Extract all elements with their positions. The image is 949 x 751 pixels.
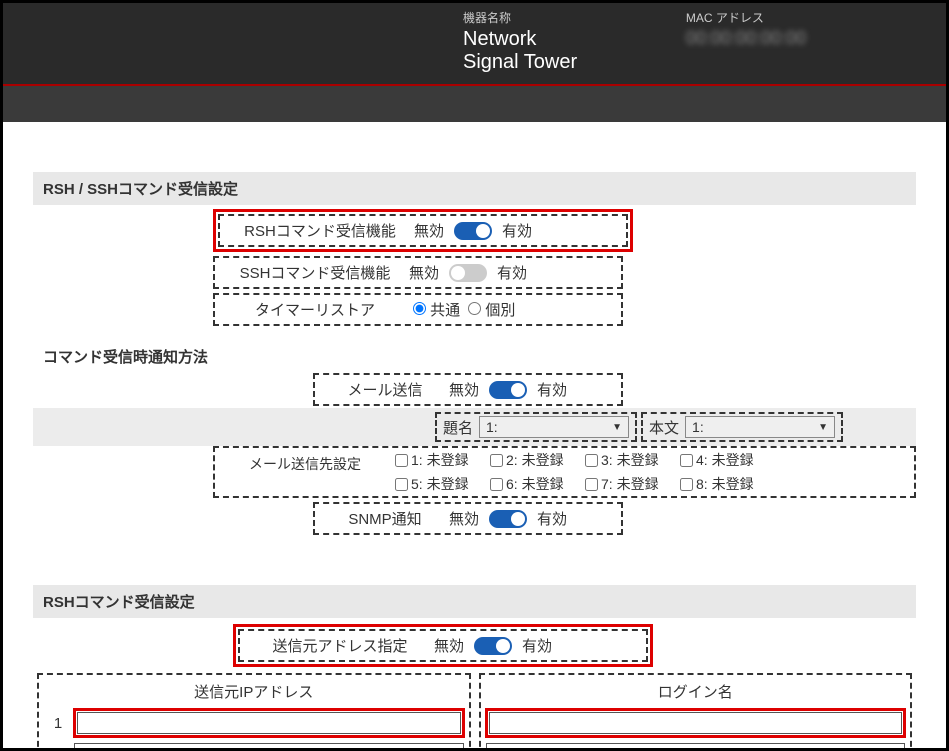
snmp-toggle[interactable]: [489, 510, 527, 528]
ssh-recv-label: SSHコマンド受信機能: [225, 262, 405, 283]
source-ip-input-2[interactable]: [74, 743, 464, 751]
source-addr-toggle[interactable]: [474, 637, 512, 655]
chevron-down-icon: ▼: [612, 422, 622, 433]
label-enabled: 有効: [522, 635, 552, 656]
mail-dest-7[interactable]: 7: 未登録: [585, 474, 680, 494]
section-rsh-ssh-title: RSH / SSHコマンド受信設定: [33, 172, 916, 205]
mac-label: MAC アドレス: [686, 9, 806, 26]
timer-radio-individual[interactable]: 個別: [468, 299, 515, 320]
ssh-toggle[interactable]: [449, 264, 487, 282]
body-label: 本文: [649, 417, 679, 438]
label-enabled: 有効: [537, 379, 567, 400]
source-ip-column: 送信元IPアドレス 1 2: [37, 673, 471, 751]
subject-select[interactable]: 1:▼: [479, 416, 629, 438]
rsh-recv-label: RSHコマンド受信機能: [230, 220, 410, 241]
device-name-label: 機器名称: [463, 9, 586, 26]
device-name-value: Network Signal Tower: [463, 28, 586, 74]
mail-dest-2[interactable]: 2: 未登録: [490, 450, 585, 470]
source-ip-input-1[interactable]: [77, 712, 461, 734]
section-rsh-recv-title: RSHコマンド受信設定: [33, 585, 916, 618]
label-disabled: 無効: [414, 220, 444, 241]
header-bar: 機器名称 Network Signal Tower MAC アドレス 00:00…: [3, 3, 946, 86]
subject-label: 題名: [443, 417, 473, 438]
mail-dest-label: メール送信先設定: [215, 448, 395, 474]
mail-dest-4[interactable]: 4: 未登録: [680, 450, 775, 470]
chevron-down-icon: ▼: [818, 422, 828, 433]
timer-restore-label: タイマーリストア: [225, 299, 405, 320]
highlight-ip-input-1: [73, 708, 465, 738]
label-disabled: 無効: [449, 508, 479, 529]
rsh-toggle[interactable]: [454, 222, 492, 240]
login-col-title: ログイン名: [485, 679, 907, 704]
row-num-2: 2: [43, 746, 73, 751]
snmp-label: SNMP通知: [325, 508, 445, 529]
source-ip-col-title: 送信元IPアドレス: [43, 679, 465, 704]
mail-dest-6[interactable]: 6: 未登録: [490, 474, 585, 494]
row-num-1: 1: [43, 715, 73, 732]
mail-dest-3[interactable]: 3: 未登録: [585, 450, 680, 470]
mail-send-label: メール送信: [325, 379, 445, 400]
mail-dest-8[interactable]: 8: 未登録: [680, 474, 775, 494]
label-disabled: 無効: [434, 635, 464, 656]
highlight-rsh-row: RSHコマンド受信機能 無効 有効: [213, 209, 633, 252]
highlight-source-addr-row: 送信元アドレス指定 無効 有効: [233, 624, 653, 667]
label-enabled: 有効: [502, 220, 532, 241]
mail-dest-5[interactable]: 5: 未登録: [395, 474, 490, 494]
login-input-2[interactable]: [486, 743, 906, 751]
mail-toggle[interactable]: [489, 381, 527, 399]
highlight-login-input-1: [485, 708, 907, 738]
login-name-column: ログイン名: [479, 673, 913, 751]
mail-dest-block: メール送信先設定 1: 未登録 2: 未登録 3: 未登録 4: 未登録 5: …: [213, 446, 916, 498]
mac-value: 00:00:00:00:00: [686, 28, 806, 49]
label-enabled: 有効: [537, 508, 567, 529]
mail-dest-1[interactable]: 1: 未登録: [395, 450, 490, 470]
timer-radio-common[interactable]: 共通: [413, 299, 460, 320]
login-input-1[interactable]: [489, 712, 903, 734]
label-disabled: 無効: [409, 262, 439, 283]
section-notify-title: コマンド受信時通知方法: [33, 340, 916, 373]
body-select[interactable]: 1:▼: [685, 416, 835, 438]
label-disabled: 無効: [449, 379, 479, 400]
header-subbar: [3, 86, 946, 122]
label-enabled: 有効: [497, 262, 527, 283]
source-addr-label: 送信元アドレス指定: [250, 635, 430, 656]
